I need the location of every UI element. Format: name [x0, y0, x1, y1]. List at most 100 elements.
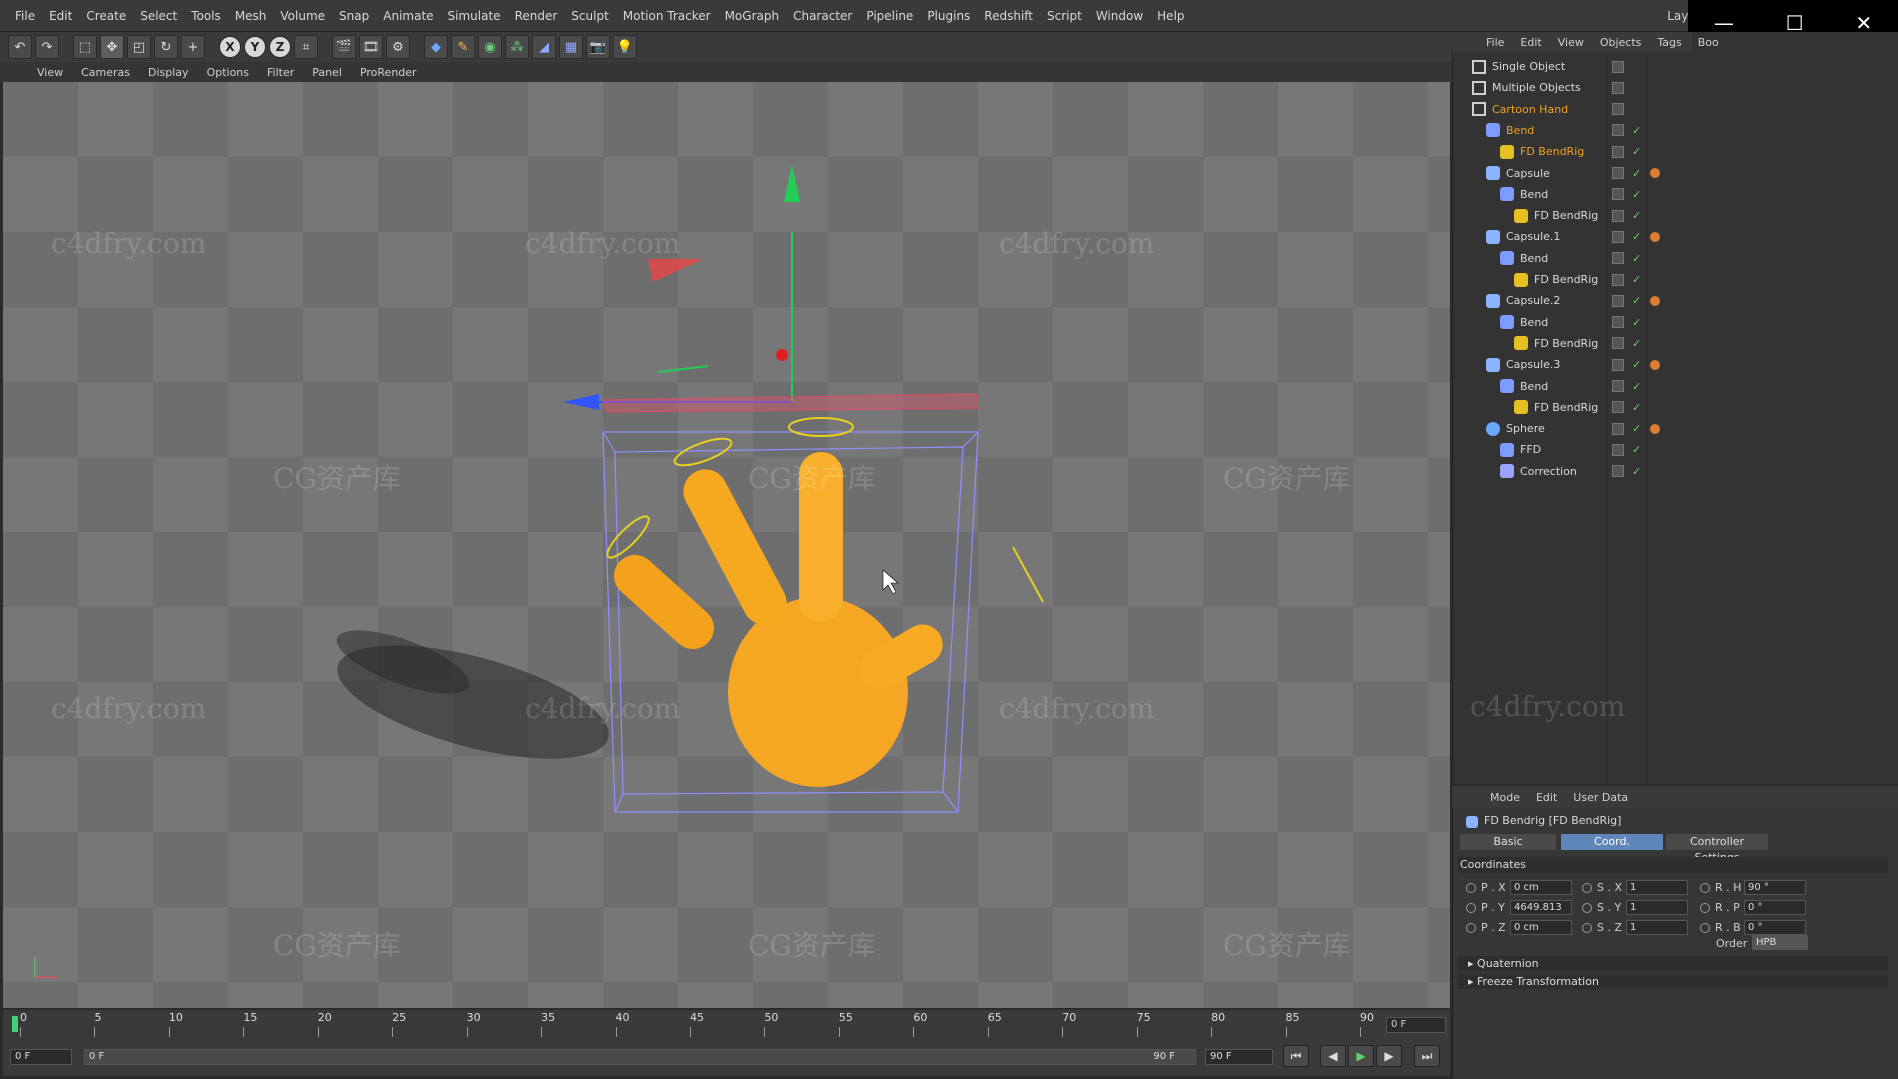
enabled-check-icon[interactable]: ✓: [1632, 337, 1641, 350]
play-button[interactable]: ▶: [1348, 1045, 1374, 1067]
visibility-toggle[interactable]: [1612, 401, 1624, 414]
menu-animate[interactable]: Animate: [376, 9, 440, 23]
tag-icon[interactable]: [1650, 423, 1660, 434]
next-frame-button[interactable]: ▶: [1376, 1045, 1402, 1067]
visibility-toggle[interactable]: [1612, 209, 1624, 222]
coord-value-field[interactable]: 90 °: [1744, 880, 1806, 895]
viewport-menu-prorender[interactable]: ProRender: [351, 66, 426, 79]
light-icon[interactable]: 💡: [613, 35, 637, 59]
tab-controller-settings[interactable]: Controller Settings: [1666, 834, 1768, 864]
menu-snap[interactable]: Snap: [332, 9, 376, 23]
animate-radio[interactable]: [1700, 883, 1710, 893]
quaternion-group[interactable]: ▸ Quaternion: [1458, 956, 1888, 971]
current-frame-field[interactable]: 0 F: [1386, 1017, 1446, 1033]
menu-select[interactable]: Select: [133, 9, 184, 23]
cube-primitive-icon[interactable]: ◆: [424, 35, 448, 59]
render-view-icon[interactable]: 🎬: [332, 35, 356, 59]
enabled-check-icon[interactable]: ✓: [1632, 316, 1641, 329]
coord-value-field[interactable]: 1: [1626, 900, 1688, 915]
object-menu-objects[interactable]: Objects: [1592, 36, 1650, 49]
visibility-toggle[interactable]: [1612, 465, 1624, 478]
animate-radio[interactable]: [1582, 903, 1592, 913]
go-to-start-button[interactable]: ⏮: [1283, 1045, 1309, 1067]
menu-tools[interactable]: Tools: [184, 9, 228, 23]
menu-mograph[interactable]: MoGraph: [718, 9, 787, 23]
menu-plugins[interactable]: Plugins: [920, 9, 977, 23]
menu-mesh[interactable]: Mesh: [228, 9, 274, 23]
undo-icon[interactable]: ↶: [8, 35, 32, 59]
enabled-check-icon[interactable]: ✓: [1632, 273, 1641, 286]
perspective-viewport[interactable]: c4dfry.com c4dfry.com c4dfry.com CG资产库 C…: [3, 82, 1450, 1008]
deformer-icon[interactable]: ◢: [532, 35, 556, 59]
render-picture-viewer-icon[interactable]: 🎞: [359, 35, 383, 59]
tab-coord[interactable]: Coord.: [1561, 834, 1663, 850]
visibility-toggle[interactable]: [1612, 443, 1624, 456]
menu-character[interactable]: Character: [786, 9, 859, 23]
render-settings-icon[interactable]: ⚙: [386, 35, 410, 59]
coord-value-field[interactable]: 4649.813: [1510, 900, 1572, 915]
object-menu-edit[interactable]: Edit: [1512, 36, 1549, 49]
coord-value-field[interactable]: 0 cm: [1510, 920, 1572, 935]
y-axis-lock-button[interactable]: Y: [244, 36, 266, 58]
visibility-toggle[interactable]: [1612, 337, 1624, 350]
visibility-toggle[interactable]: [1612, 60, 1624, 73]
timeline-playhead[interactable]: [12, 1016, 18, 1032]
menu-render[interactable]: Render: [508, 9, 565, 23]
end-frame-field[interactable]: 90 F: [1205, 1049, 1273, 1065]
visibility-toggle[interactable]: [1612, 145, 1624, 158]
z-axis-lock-button[interactable]: Z: [269, 36, 291, 58]
tag-icon[interactable]: [1650, 231, 1660, 242]
x-axis-lock-button[interactable]: X: [219, 36, 241, 58]
move-tool-icon[interactable]: ✥: [100, 35, 124, 59]
enabled-check-icon[interactable]: ✓: [1632, 401, 1641, 414]
menu-motion-tracker[interactable]: Motion Tracker: [616, 9, 718, 23]
previous-frame-button[interactable]: ◀: [1320, 1045, 1346, 1067]
enabled-check-icon[interactable]: ✓: [1632, 252, 1641, 265]
visibility-toggle[interactable]: [1612, 273, 1624, 286]
enabled-check-icon[interactable]: ✓: [1632, 124, 1641, 137]
menu-simulate[interactable]: Simulate: [441, 9, 508, 23]
animate-radio[interactable]: [1582, 883, 1592, 893]
tab-basic[interactable]: Basic: [1460, 834, 1556, 850]
menu-volume[interactable]: Volume: [273, 9, 332, 23]
visibility-toggle[interactable]: [1612, 316, 1624, 329]
viewport-menu-filter[interactable]: Filter: [258, 66, 303, 79]
tag-icon[interactable]: [1650, 168, 1660, 178]
tag-icon[interactable]: [1650, 295, 1660, 306]
redo-icon[interactable]: ↷: [35, 35, 59, 59]
recent-tool-icon[interactable]: +: [181, 35, 205, 59]
visibility-toggle[interactable]: [1612, 103, 1624, 116]
object-menu-boo[interactable]: Boo: [1690, 36, 1727, 49]
coord-value-field[interactable]: 1: [1626, 880, 1688, 895]
coord-value-field[interactable]: 0 °: [1744, 920, 1806, 935]
coordinate-system-icon[interactable]: ⌗: [294, 35, 318, 59]
enabled-check-icon[interactable]: ✓: [1632, 358, 1641, 371]
visibility-toggle[interactable]: [1612, 81, 1624, 94]
menu-help[interactable]: Help: [1150, 9, 1191, 23]
floor-scene-icon[interactable]: ▦: [559, 35, 583, 59]
visibility-toggle[interactable]: [1612, 252, 1624, 265]
visibility-toggle[interactable]: [1612, 294, 1624, 307]
object-row[interactable]: Correction ✓: [1452, 459, 1898, 484]
menu-sculpt[interactable]: Sculpt: [564, 9, 615, 23]
attribute-menu-mode[interactable]: Mode: [1482, 791, 1528, 804]
menu-script[interactable]: Script: [1040, 9, 1089, 23]
object-menu-tags[interactable]: Tags: [1649, 36, 1689, 49]
mograph-cloner-icon[interactable]: ⁂: [505, 35, 529, 59]
viewport-menu-panel[interactable]: Panel: [303, 66, 351, 79]
enabled-check-icon[interactable]: ✓: [1632, 230, 1641, 243]
viewport-menu-view[interactable]: View: [28, 66, 72, 79]
enabled-check-icon[interactable]: ✓: [1632, 145, 1641, 158]
freeze-transformation-group[interactable]: ▸ Freeze Transformation: [1458, 974, 1888, 989]
live-selection-icon[interactable]: ⬚: [73, 35, 97, 59]
camera-icon[interactable]: 📷: [586, 35, 610, 59]
animate-radio[interactable]: [1466, 883, 1476, 893]
range-slider[interactable]: 0 F 90 F: [84, 1049, 1196, 1065]
animate-radio[interactable]: [1466, 923, 1476, 933]
animate-radio[interactable]: [1700, 923, 1710, 933]
visibility-toggle[interactable]: [1612, 167, 1624, 179]
enabled-check-icon[interactable]: ✓: [1632, 443, 1641, 456]
rotate-tool-icon[interactable]: ↻: [154, 35, 178, 59]
scale-tool-icon[interactable]: ◰: [127, 35, 151, 59]
coord-value-field[interactable]: 0 cm: [1510, 880, 1572, 895]
